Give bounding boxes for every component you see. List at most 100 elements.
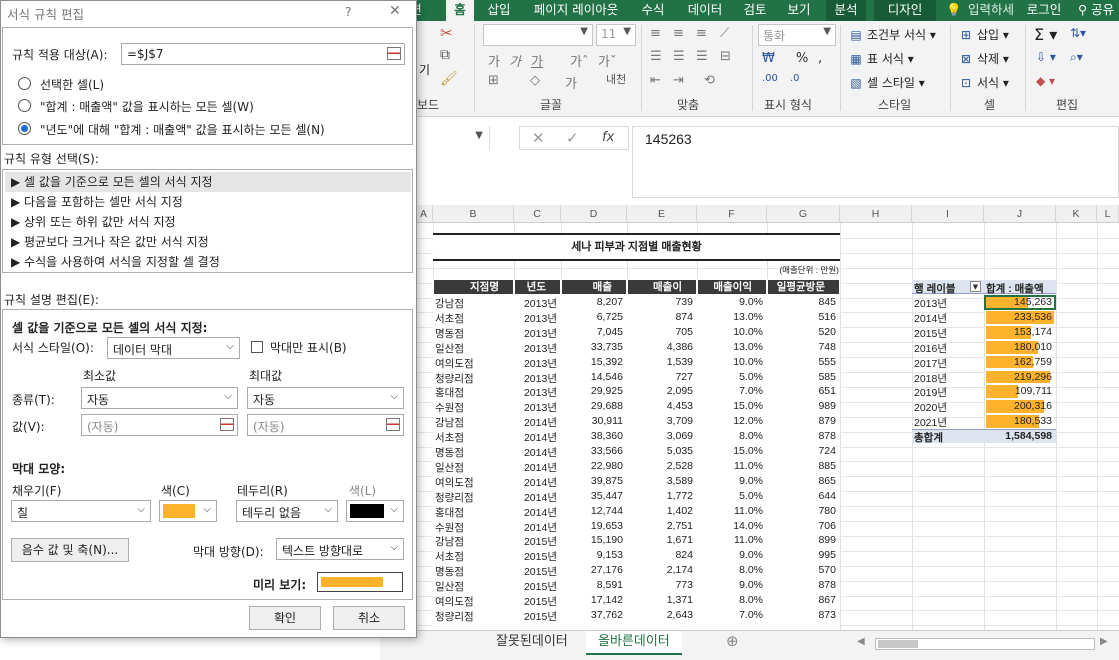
sort-filter-icon[interactable]: ⇅▾ — [1070, 26, 1086, 40]
name-box[interactable]: ▼ — [420, 126, 490, 150]
table-cell[interactable]: 2013년 — [516, 385, 557, 400]
comma-icon[interactable]: , — [818, 51, 822, 66]
shrink-font-icon[interactable]: 가ˇ — [598, 51, 616, 70]
table-cell[interactable]: 서초점 — [435, 430, 510, 445]
table-cell[interactable]: 29,688 — [563, 400, 623, 412]
decrease-decimal-icon[interactable]: .0 — [790, 73, 800, 84]
table-cell[interactable]: 수원점 — [435, 520, 510, 535]
autosum-icon[interactable]: Σ ▾ — [1034, 25, 1057, 44]
close-button[interactable]: ✕ — [389, 3, 401, 19]
table-cell[interactable]: 35,447 — [563, 490, 623, 502]
table-cell[interactable]: 748 — [769, 341, 836, 353]
pivot-row-label[interactable]: 2018년 — [914, 371, 982, 386]
table-cell[interactable]: 33,566 — [563, 445, 623, 457]
table-cell[interactable]: 8.0% — [699, 430, 763, 442]
table-cell[interactable]: 여의도점 — [435, 356, 510, 371]
pivot-row-label[interactable]: 2019년 — [914, 385, 982, 400]
radio-year-value-cells[interactable] — [18, 122, 31, 135]
table-cell[interactable]: 2015년 — [516, 564, 557, 579]
rule-type-item[interactable]: ▶ 셀 값을 기준으로 모든 셀의 서식 지정 — [5, 172, 411, 192]
range-picker-icon[interactable] — [386, 418, 400, 431]
table-cell[interactable]: 2014년 — [516, 460, 557, 475]
table-cell[interactable]: 773 — [629, 579, 693, 591]
help-button[interactable]: ? — [345, 4, 352, 19]
table-cell[interactable]: 2,095 — [629, 385, 693, 397]
table-cell[interactable]: 명동점 — [435, 326, 510, 341]
table-cell[interactable]: 845 — [769, 296, 836, 308]
table-cell[interactable]: 879 — [769, 415, 836, 427]
table-cell[interactable]: 706 — [769, 520, 836, 532]
format-painter-icon[interactable]: 🖌 — [440, 71, 458, 87]
grow-font-icon[interactable]: 가ˆ — [570, 51, 588, 70]
table-cell[interactable]: 일산점 — [435, 579, 510, 594]
table-cell[interactable]: 7,045 — [563, 326, 623, 338]
find-icon[interactable]: ⌕▾ — [1070, 50, 1083, 65]
column-header[interactable]: A — [415, 205, 433, 223]
horizontal-scrollbar[interactable] — [875, 638, 1095, 650]
table-header[interactable]: 매출 — [562, 280, 626, 294]
table-cell[interactable]: 727 — [629, 371, 693, 383]
pivot-value[interactable]: 153,174 — [986, 326, 1052, 338]
table-cell[interactable]: 여의도점 — [435, 475, 510, 490]
bar-only-checkbox[interactable] — [251, 341, 263, 353]
table-cell[interactable]: 수원점 — [435, 400, 510, 415]
align-right-icon[interactable]: ☰ — [696, 49, 708, 64]
scroll-right-icon[interactable]: ▶ — [1096, 631, 1112, 655]
table-cell[interactable]: 9.0% — [699, 296, 763, 308]
table-cell[interactable]: 17,142 — [563, 594, 623, 606]
font-size-combo[interactable]: 11 ▼ — [596, 24, 636, 46]
table-cell[interactable]: 824 — [629, 549, 693, 561]
table-cell[interactable]: 2015년 — [516, 609, 557, 624]
table-cell[interactable]: 874 — [629, 311, 693, 323]
sheet-tab[interactable]: 잘못된데이터 — [484, 631, 580, 655]
worksheet-grid[interactable]: 세나 피부과 지점별 매출현황 (매출단위 : 만원) 지점명 년도 매출 매출이 매출이익… — [415, 223, 1119, 630]
table-cell[interactable]: 520 — [769, 326, 836, 338]
pivot-row-label[interactable]: 2016년 — [914, 341, 982, 356]
radio-all-value-cells[interactable] — [18, 99, 31, 112]
merge-icon[interactable]: ⊟ — [720, 49, 731, 64]
table-cell[interactable]: 청량리점 — [435, 609, 510, 624]
table-header[interactable]: 매출이익 — [698, 280, 766, 294]
table-cell[interactable]: 30,911 — [563, 415, 623, 427]
column-header[interactable]: K — [1056, 205, 1097, 223]
fill-icon[interactable]: ⇩ ▾ — [1036, 50, 1056, 64]
table-cell[interactable]: 12,744 — [563, 505, 623, 517]
table-header[interactable]: 일평균방문 — [768, 280, 839, 294]
table-cell[interactable]: 2014년 — [516, 490, 557, 505]
tab-review[interactable]: 검토 — [738, 0, 772, 21]
orientation-icon[interactable]: ⟋ — [720, 26, 729, 41]
table-cell[interactable]: 644 — [769, 490, 836, 502]
phonetic-icon[interactable]: 내천 — [606, 71, 626, 87]
tab-page-layout[interactable]: 페이지 레이아웃 — [528, 0, 624, 21]
table-cell[interactable]: 11.0% — [699, 505, 763, 517]
table-cell[interactable]: 885 — [769, 460, 836, 472]
column-header[interactable]: B — [433, 205, 514, 223]
table-cell[interactable]: 2013년 — [516, 356, 557, 371]
table-cell[interactable]: 37,762 — [563, 609, 623, 621]
scrollbar-thumb[interactable] — [878, 640, 918, 648]
table-cell[interactable]: 2014년 — [516, 415, 557, 430]
table-cell[interactable]: 13.0% — [699, 311, 763, 323]
table-cell[interactable]: 7.0% — [699, 609, 763, 621]
pivot-value[interactable]: 180,010 — [986, 341, 1052, 353]
table-cell[interactable]: 서초점 — [435, 549, 510, 564]
copy-icon[interactable]: ⧉ — [440, 47, 450, 63]
pivot-row-label[interactable]: 2017년 — [914, 356, 982, 371]
table-cell[interactable]: 2014년 — [516, 475, 557, 490]
table-cell[interactable]: 2013년 — [516, 326, 557, 341]
ok-button[interactable]: 확인 — [249, 606, 321, 630]
table-cell[interactable]: 강남점 — [435, 415, 510, 430]
table-cell[interactable]: 14,546 — [563, 371, 623, 383]
table-cell[interactable]: 청량리점 — [435, 371, 510, 386]
table-cell[interactable]: 1,671 — [629, 534, 693, 546]
table-cell[interactable]: 10.0% — [699, 356, 763, 368]
pivot-value[interactable]: 180,533 — [986, 415, 1052, 427]
align-middle-icon[interactable]: ≡ — [673, 26, 684, 41]
delete-cells-button[interactable]: ⊠ 삭제 ▾ — [958, 50, 1009, 67]
table-cell[interactable]: 1,772 — [629, 490, 693, 502]
table-cell[interactable]: 8.0% — [699, 564, 763, 576]
table-cell[interactable]: 명동점 — [435, 445, 510, 460]
tab-design[interactable]: 디자인 — [874, 0, 936, 21]
percent-icon[interactable]: % — [796, 51, 808, 66]
table-cell[interactable]: 2014년 — [516, 430, 557, 445]
